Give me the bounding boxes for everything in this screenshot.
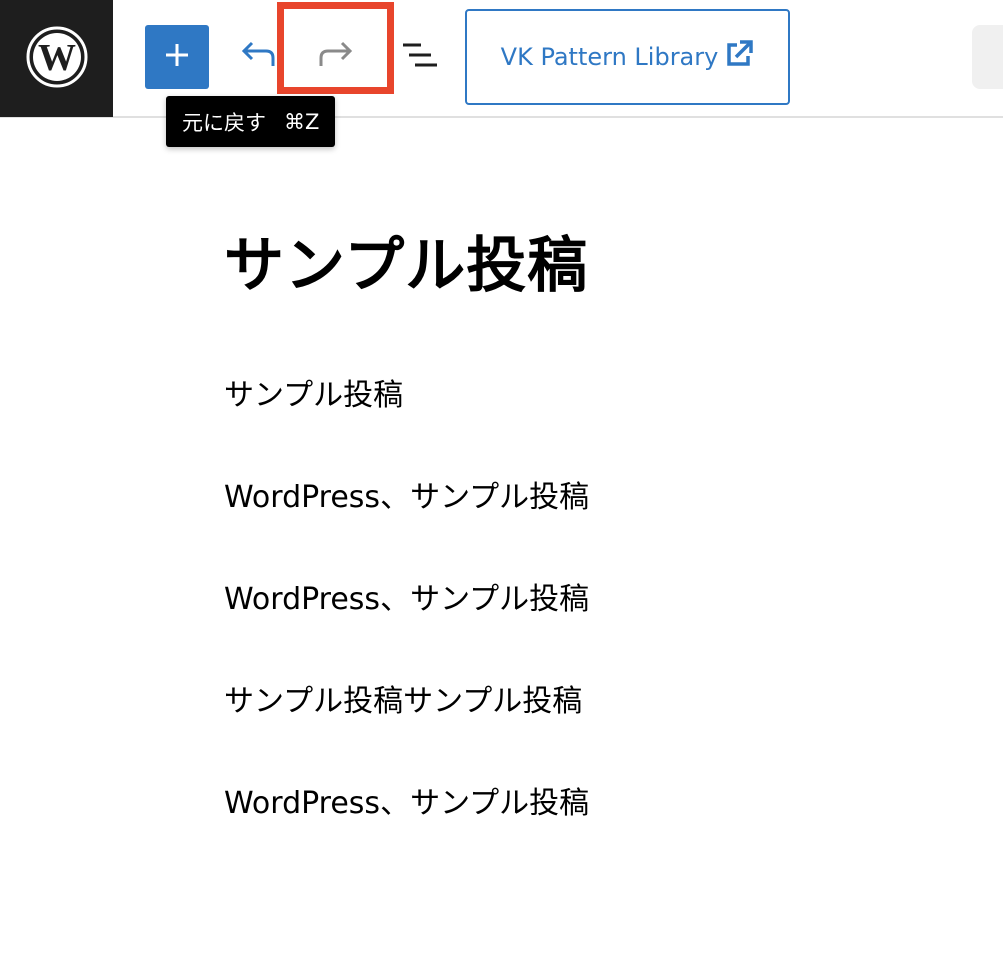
svg-text:W: W	[38, 37, 76, 79]
paragraph-block[interactable]: WordPress、サンプル投稿	[224, 580, 964, 620]
paragraph-block[interactable]: サンプル投稿	[224, 376, 964, 416]
undo-button[interactable]	[230, 30, 284, 84]
redo-button[interactable]	[297, 30, 377, 84]
pattern-library-label: VK Pattern Library	[500, 43, 719, 71]
undo-tooltip: 元に戻す ⌘Z	[166, 96, 336, 147]
editor-top-toolbar: W VK Pattern Library	[0, 0, 1003, 118]
external-link-icon	[724, 39, 754, 75]
undo-icon	[237, 40, 277, 74]
paragraph-block[interactable]: WordPress、サンプル投稿	[224, 784, 964, 824]
paragraph-block[interactable]: WordPress、サンプル投稿	[224, 478, 964, 518]
add-block-button[interactable]	[145, 25, 209, 89]
tooltip-label: 元に戻す	[182, 110, 266, 135]
paragraph-block[interactable]: サンプル投稿サンプル投稿	[224, 682, 964, 722]
plus-icon	[162, 40, 192, 74]
list-view-button[interactable]	[392, 30, 442, 84]
redo-icon	[317, 40, 357, 74]
wordpress-logo-icon: W	[26, 26, 88, 92]
vk-pattern-library-button[interactable]: VK Pattern Library	[465, 9, 790, 105]
wordpress-logo-button[interactable]: W	[0, 0, 113, 117]
post-content: サンプル投稿 サンプル投稿 WordPress、サンプル投稿 WordPress…	[224, 230, 964, 886]
toolbar-right-button[interactable]	[972, 25, 1003, 89]
list-view-icon	[397, 40, 437, 74]
post-title[interactable]: サンプル投稿	[224, 230, 964, 302]
tooltip-shortcut: ⌘Z	[284, 109, 320, 134]
